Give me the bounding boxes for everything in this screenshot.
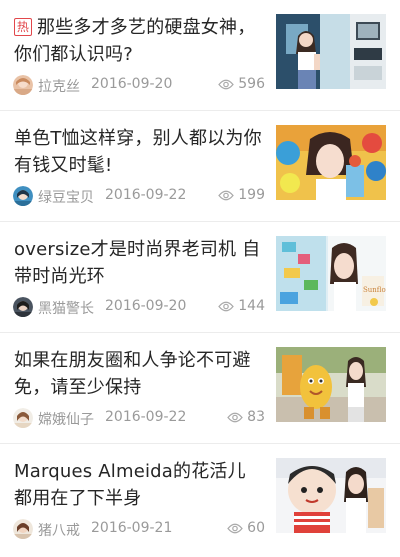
eye-icon xyxy=(227,412,243,423)
view-count-value: 199 xyxy=(238,187,265,203)
view-count-value: 83 xyxy=(247,409,265,425)
thumbnail-sign-text: Sunflowers xyxy=(363,286,386,294)
eye-icon xyxy=(218,301,235,312)
avatar[interactable] xyxy=(13,186,33,206)
article-title[interactable]: oversize才是时尚界老司机 自带时尚光环 xyxy=(14,236,262,290)
article-title[interactable]: 单色T恤这样穿，别人都以为你有钱又时髦! xyxy=(14,125,262,179)
author-name[interactable]: 拉克丝 xyxy=(38,76,80,96)
eye-icon xyxy=(218,190,235,201)
article-thumbnail[interactable]: Sunflowers xyxy=(276,236,386,311)
article-meta: 绿豆宝贝 2016-09-22 199 xyxy=(13,185,265,207)
view-count: 199 xyxy=(218,187,265,203)
publish-date: 2016-09-20 xyxy=(91,76,173,92)
eye-icon xyxy=(227,523,243,534)
view-count-value: 144 xyxy=(238,298,265,314)
view-count: 60 xyxy=(227,520,265,536)
article-thumbnail[interactable] xyxy=(276,125,386,200)
article-meta: 黑猫警长 2016-09-20 144 xyxy=(13,296,265,318)
article-item[interactable]: 热那些多才多艺的硬盘女神，你们都认识吗? 拉克丝 2016-09-20 596 xyxy=(0,0,400,111)
view-count-value: 60 xyxy=(247,520,265,536)
article-item[interactable]: 如果在朋友圈和人争论不可避免，请至少保持 嫦娥仙子 2016-09-22 83 xyxy=(0,333,400,444)
article-title[interactable]: 如果在朋友圈和人争论不可避免，请至少保持 xyxy=(14,347,262,401)
author-name[interactable]: 绿豆宝贝 xyxy=(38,187,94,207)
article-thumbnail[interactable] xyxy=(276,347,386,422)
eye-icon xyxy=(218,79,235,90)
publish-date: 2016-09-22 xyxy=(105,187,187,203)
author-name[interactable]: 黑猫警长 xyxy=(38,298,94,318)
article-thumbnail[interactable] xyxy=(276,14,386,89)
publish-date: 2016-09-22 xyxy=(105,409,187,425)
avatar[interactable] xyxy=(13,408,33,428)
hot-badge: 热 xyxy=(14,18,32,36)
article-item[interactable]: oversize才是时尚界老司机 自带时尚光环 黑猫警长 2016-09-20 … xyxy=(0,222,400,333)
view-count-value: 596 xyxy=(238,76,265,92)
article-title-text[interactable]: 那些多才多艺的硬盘女神，你们都认识吗? xyxy=(14,17,255,65)
article-item[interactable]: Marques Almeida的花活儿都用在了下半身 猪八戒 2016-09-2… xyxy=(0,444,400,555)
article-meta: 猪八戒 2016-09-21 60 xyxy=(13,518,265,540)
article-thumbnail[interactable] xyxy=(276,458,386,533)
publish-date: 2016-09-20 xyxy=(105,298,187,314)
publish-date: 2016-09-21 xyxy=(91,520,173,536)
avatar[interactable] xyxy=(13,297,33,317)
article-meta: 拉克丝 2016-09-20 596 xyxy=(13,74,265,96)
article-feed: 热那些多才多艺的硬盘女神，你们都认识吗? 拉克丝 2016-09-20 596 xyxy=(0,0,400,557)
view-count: 596 xyxy=(218,76,265,92)
article-title[interactable]: Marques Almeida的花活儿都用在了下半身 xyxy=(14,458,262,512)
article-meta: 嫦娥仙子 2016-09-22 83 xyxy=(13,407,265,429)
avatar[interactable] xyxy=(13,75,33,95)
article-item[interactable]: 单色T恤这样穿，别人都以为你有钱又时髦! 绿豆宝贝 2016-09-22 199 xyxy=(0,111,400,222)
author-name[interactable]: 嫦娥仙子 xyxy=(38,409,94,429)
author-name[interactable]: 猪八戒 xyxy=(38,520,80,540)
article-title[interactable]: 热那些多才多艺的硬盘女神，你们都认识吗? xyxy=(14,14,262,68)
view-count: 144 xyxy=(218,298,265,314)
avatar[interactable] xyxy=(13,519,33,539)
view-count: 83 xyxy=(227,409,265,425)
